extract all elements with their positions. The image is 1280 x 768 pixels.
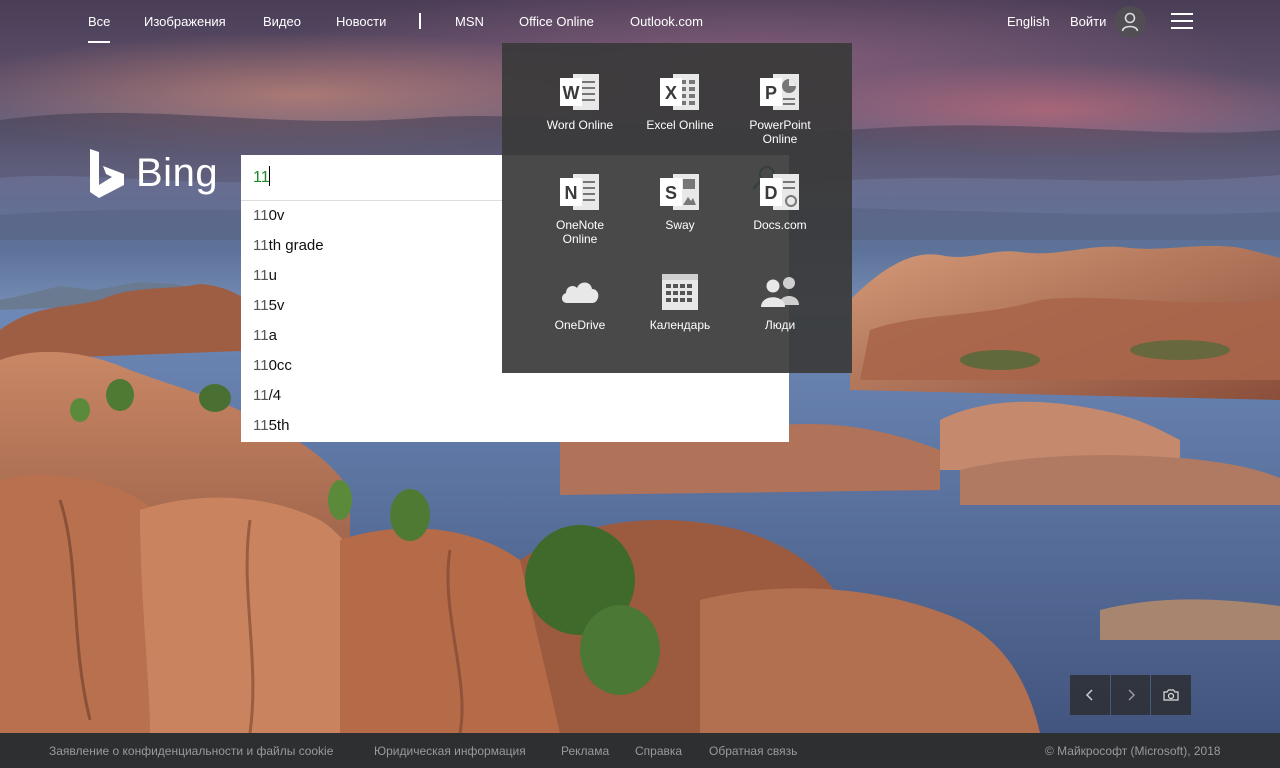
app-docs-com[interactable]: D Docs.com xyxy=(730,171,830,232)
chevron-right-icon[interactable] xyxy=(1110,675,1151,715)
nav-outlook[interactable]: Outlook.com xyxy=(630,14,703,29)
text-caret xyxy=(269,166,270,186)
suggestion-item[interactable]: 11/4 xyxy=(241,381,789,411)
footer-feedback-link[interactable]: Обратная связь xyxy=(709,744,797,758)
app-word-online[interactable]: W Word Online xyxy=(530,71,630,132)
svg-text:W: W xyxy=(563,83,580,103)
app-label: Docs.com xyxy=(753,218,807,232)
svg-text:X: X xyxy=(665,83,677,103)
powerpoint-icon: P xyxy=(760,74,799,110)
app-label: PowerPoint Online xyxy=(749,118,811,146)
footer-copyright: © Майкрософт (Microsoft), 2018 xyxy=(1045,744,1221,758)
onenote-icon: N xyxy=(560,174,599,210)
sway-icon: S xyxy=(660,174,699,210)
bing-logo-icon xyxy=(90,149,124,198)
chevron-left-icon[interactable] xyxy=(1070,675,1110,715)
bing-logo-text: Bing xyxy=(136,150,219,195)
svg-text:P: P xyxy=(765,83,777,103)
nav-video[interactable]: Видео xyxy=(263,14,301,29)
calendar-icon xyxy=(662,274,698,310)
svg-text:D: D xyxy=(765,183,778,203)
app-label: Календарь xyxy=(649,318,711,332)
nav-office-online[interactable]: Office Online xyxy=(519,14,594,29)
bing-logo[interactable]: Bing xyxy=(88,147,218,199)
app-label: Excel Online xyxy=(646,118,714,132)
language-link[interactable]: English xyxy=(1007,14,1050,29)
app-onenote-online[interactable]: N OneNote Online xyxy=(530,171,630,246)
app-powerpoint-online[interactable]: P PowerPoint Online xyxy=(730,71,830,146)
nav-all[interactable]: Все xyxy=(88,14,111,43)
footer-privacy-link[interactable]: Заявление о конфиденциальности и файлы c… xyxy=(49,744,333,758)
onedrive-cloud-icon xyxy=(561,282,599,303)
svg-text:N: N xyxy=(565,183,578,203)
office-apps-flyout: W Word Online X Excel Online P PowerPoin… xyxy=(502,43,852,373)
footer: Заявление о конфиденциальности и файлы c… xyxy=(0,733,1280,768)
svg-text:S: S xyxy=(665,183,677,203)
camera-icon[interactable] xyxy=(1151,675,1192,715)
excel-icon: X xyxy=(660,74,699,110)
app-label: OneDrive xyxy=(554,318,606,332)
app-people[interactable]: Люди xyxy=(730,271,830,332)
people-icon xyxy=(761,277,799,307)
image-navigation xyxy=(1070,675,1192,715)
user-icon[interactable] xyxy=(1114,6,1146,38)
app-label: Word Online xyxy=(546,118,614,132)
footer-legal-link[interactable]: Юридическая информация xyxy=(374,744,526,758)
word-icon: W xyxy=(560,74,599,110)
nav-images[interactable]: Изображения xyxy=(144,14,226,29)
menu-icon[interactable] xyxy=(1171,13,1193,29)
app-label: Sway xyxy=(665,218,695,232)
app-onedrive[interactable]: OneDrive xyxy=(530,271,630,332)
app-label: OneNote Online xyxy=(555,218,605,246)
app-label: Люди xyxy=(764,318,796,332)
top-navigation: Все Изображения Видео Новости MSN Office… xyxy=(0,0,1280,44)
sign-in-link[interactable]: Войти xyxy=(1070,14,1106,29)
nav-news[interactable]: Новости xyxy=(336,14,386,29)
footer-ads-link[interactable]: Реклама xyxy=(561,744,609,758)
nav-separator xyxy=(419,13,421,29)
docs-icon: D xyxy=(760,174,799,210)
nav-msn[interactable]: MSN xyxy=(455,14,484,29)
suggestion-item[interactable]: 115th xyxy=(241,411,789,441)
app-excel-online[interactable]: X Excel Online xyxy=(630,71,730,132)
app-sway[interactable]: S Sway xyxy=(630,171,730,232)
footer-help-link[interactable]: Справка xyxy=(635,744,682,758)
app-calendar[interactable]: Календарь xyxy=(630,271,730,332)
